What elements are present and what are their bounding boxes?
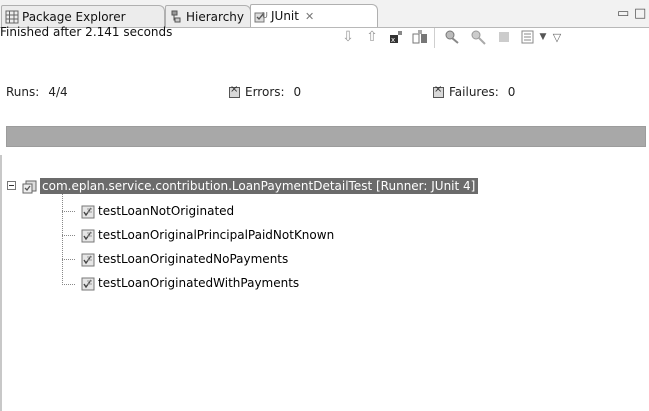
test-passed-icon [80, 228, 95, 243]
test-run-history-icon[interactable] [520, 29, 536, 45]
test-label: testLoanNotOriginated [98, 204, 235, 218]
failure-icon [433, 84, 444, 98]
tab-package-explorer[interactable]: Package Explorer [1, 5, 165, 27]
tab-junit[interactable]: U JUnit ✕ [250, 4, 378, 27]
failures-value: 0 [507, 85, 516, 99]
rerun-test-icon[interactable] [444, 29, 460, 45]
tree-branch-line [62, 284, 75, 285]
test-label: testLoanOriginatedNoPayments [98, 252, 289, 266]
failures-counter: Failures: 0 [433, 84, 516, 99]
close-tab-icon[interactable]: ✕ [305, 10, 314, 23]
errors-value: 0 [293, 85, 302, 99]
minimize-icon[interactable]: ▭ [617, 6, 629, 21]
tree-left-border [0, 155, 2, 411]
suite-label: com.eplan.service.contribution.LoanPayme… [40, 178, 479, 194]
toolbar-separator [434, 28, 435, 48]
test-counters: Runs: 4/4 Errors: 0 Failures: 0 [0, 84, 649, 105]
rerun-failed-first-icon[interactable] [470, 29, 486, 45]
test-suite-icon [22, 179, 37, 194]
test-label: testLoanOriginatedWithPayments [98, 276, 300, 290]
tree-test-item[interactable]: testLoanNotOriginated [80, 201, 234, 221]
test-passed-icon [80, 252, 95, 267]
show-failures-only-icon[interactable]: x [388, 29, 404, 45]
view-menu-icon[interactable]: ▽ [549, 29, 565, 45]
test-passed-icon [80, 204, 95, 219]
tree-test-item[interactable]: testLoanOriginatedWithPayments [80, 273, 299, 293]
runs-label: Runs: [6, 85, 40, 99]
tab-hierarchy[interactable]: Hierarchy [165, 5, 251, 27]
tree-guide-line [62, 194, 63, 285]
collapse-toggle-icon[interactable] [7, 181, 16, 190]
progress-fill [7, 127, 645, 146]
failures-label: Failures: [449, 85, 499, 99]
next-failure-icon[interactable]: ⇩ [340, 29, 356, 45]
scroll-lock-icon[interactable] [412, 29, 428, 45]
tree-root-suite[interactable]: com.eplan.service.contribution.LoanPayme… [22, 176, 479, 196]
view-tab-strip: Package Explorer Hierarchy U JUnit ✕ ▭ □ [0, 0, 649, 28]
stop-icon[interactable] [496, 29, 512, 45]
errors-label: Errors: [245, 85, 285, 99]
maximize-icon[interactable]: □ [634, 6, 646, 21]
tree-test-item[interactable]: testLoanOriginatedNoPayments [80, 249, 288, 269]
test-progress-bar [6, 126, 646, 147]
tab-label: JUnit [271, 9, 299, 23]
tree-branch-line [62, 211, 75, 212]
previous-failure-icon[interactable]: ⇧ [364, 29, 380, 45]
errors-counter: Errors: 0 [229, 84, 302, 99]
svg-text:U: U [262, 11, 268, 20]
hierarchy-icon [169, 10, 183, 24]
tree-test-item[interactable]: testLoanOriginalPrincipalPaidNotKnown [80, 225, 334, 245]
tree-branch-line [62, 259, 75, 260]
error-icon [229, 84, 240, 98]
tab-label: Hierarchy [186, 9, 245, 24]
test-passed-icon [80, 276, 95, 291]
tab-label: Package Explorer [22, 9, 126, 24]
status-message: Finished after 2.141 seconds [0, 25, 173, 39]
package-explorer-icon [5, 10, 19, 24]
runs-counter: Runs: 4/4 [6, 85, 68, 99]
test-label: testLoanOriginalPrincipalPaidNotKnown [98, 228, 335, 242]
svg-text:x: x [391, 36, 395, 44]
tree-branch-line [62, 235, 75, 236]
runs-value: 4/4 [48, 85, 68, 99]
junit-icon: U [254, 9, 268, 23]
